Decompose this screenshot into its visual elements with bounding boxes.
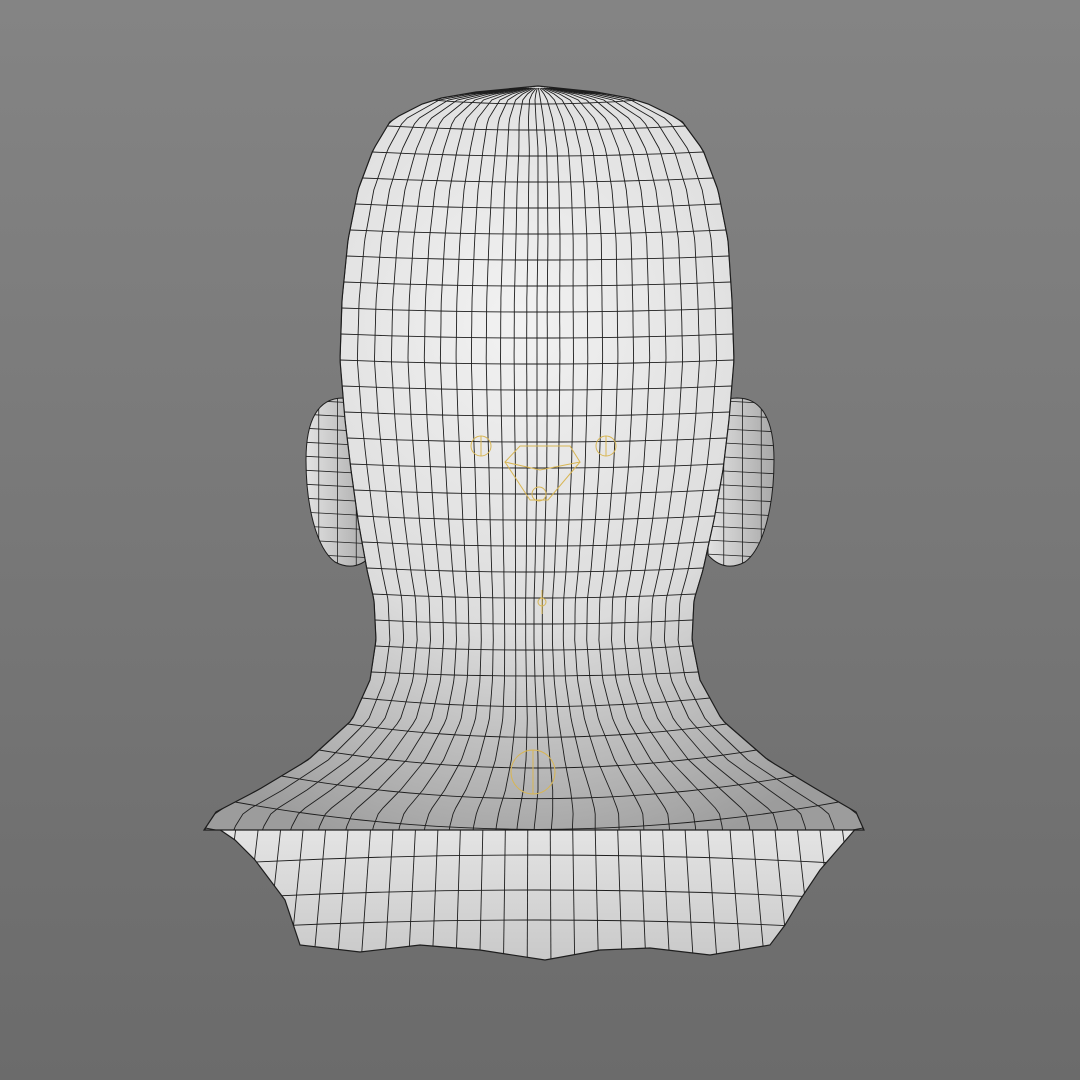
3d-viewport[interactable]	[0, 0, 1080, 1080]
viewport-canvas[interactable]	[0, 0, 1080, 1080]
